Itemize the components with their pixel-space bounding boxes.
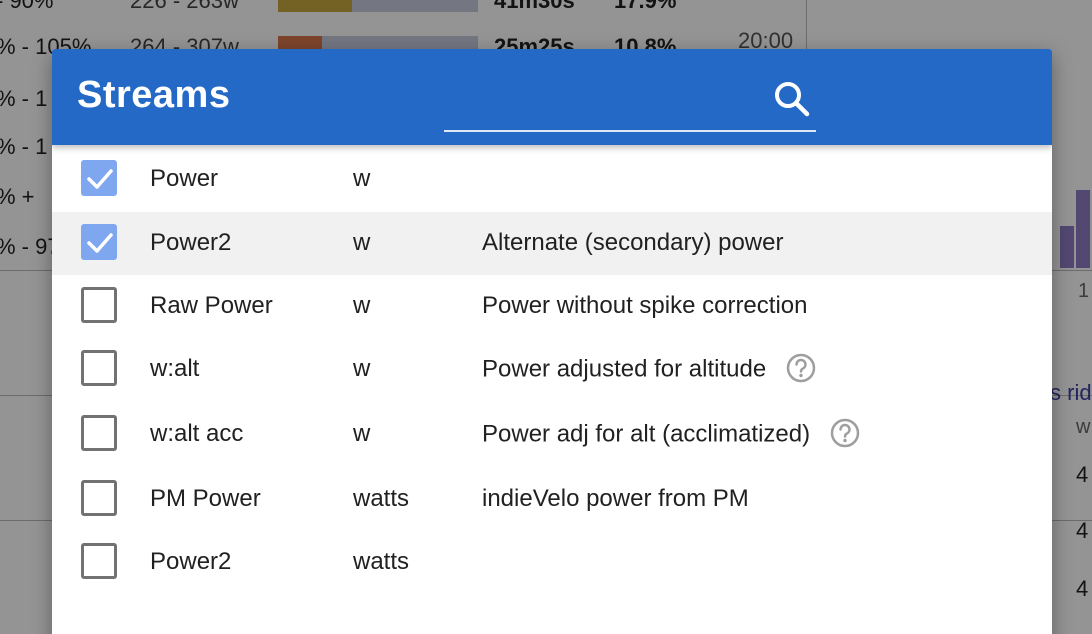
stream-unit: w	[353, 165, 371, 192]
checkmark-icon	[87, 233, 113, 253]
stream-checkbox[interactable]	[81, 160, 117, 196]
stream-description-text: Power adj for alt (acclimatized)	[482, 420, 811, 448]
stream-checkbox[interactable]	[81, 415, 117, 451]
dialog-title: Streams	[77, 74, 231, 116]
help-icon[interactable]	[786, 353, 816, 383]
search-field	[444, 69, 816, 132]
stream-description: Alternate (secondary) power	[482, 229, 783, 257]
stream-checkbox[interactable]	[81, 350, 117, 386]
stream-unit: w	[353, 420, 371, 447]
stream-name: Power	[150, 165, 219, 192]
dialog-header: Streams	[52, 49, 1052, 145]
stream-checkbox[interactable]	[81, 543, 117, 579]
stream-description-text: Power without spike correction	[482, 292, 808, 319]
stream-checkbox[interactable]	[81, 287, 117, 323]
stream-description: Power without spike correction	[482, 292, 807, 320]
stream-checkbox[interactable]	[81, 480, 117, 516]
stream-name: w:alt acc	[150, 420, 244, 447]
stream-row[interactable]: w:alt acc w Power adj for alt (acclimati…	[52, 403, 1052, 466]
stream-name: Raw Power	[150, 292, 273, 319]
stream-name: Power2	[150, 229, 232, 256]
stream-row[interactable]: w:alt w Power adjusted for altitude	[52, 338, 1052, 401]
help-icon[interactable]	[830, 418, 860, 448]
stream-description-text: indieVelo power from PM	[482, 485, 749, 512]
stream-unit: w	[353, 292, 371, 319]
stream-unit: w	[353, 355, 371, 382]
stream-row[interactable]: Power2 w Alternate (secondary) power	[52, 212, 1052, 275]
stream-row[interactable]: PM Power watts indieVelo power from PM	[52, 468, 1052, 531]
stream-unit: w	[353, 229, 371, 256]
stream-checkbox[interactable]	[81, 224, 117, 260]
stream-row[interactable]: Power w	[52, 148, 1052, 211]
stream-description-text: Alternate (secondary) power	[482, 229, 784, 256]
stream-unit: watts	[353, 548, 410, 575]
stream-name: w:alt	[150, 355, 200, 382]
search-icon[interactable]	[772, 79, 812, 119]
stream-name: Power2	[150, 548, 232, 575]
stream-row[interactable]: Raw Power w Power without spike correcti…	[52, 275, 1052, 338]
checkmark-icon	[87, 169, 113, 189]
stream-description: Power adj for alt (acclimatized)	[482, 418, 860, 450]
search-input[interactable]	[444, 77, 748, 119]
stream-description: indieVelo power from PM	[482, 485, 749, 513]
stream-description-text: Power adjusted for altitude	[482, 355, 767, 383]
streams-dialog: Streams Power w Power2 w Alternate (seco…	[52, 49, 1052, 634]
stream-description: Power adjusted for altitude	[482, 353, 816, 385]
stream-name: PM Power	[150, 485, 261, 512]
stream-unit: watts	[353, 485, 410, 512]
stream-row[interactable]: Power2 watts	[52, 531, 1052, 594]
